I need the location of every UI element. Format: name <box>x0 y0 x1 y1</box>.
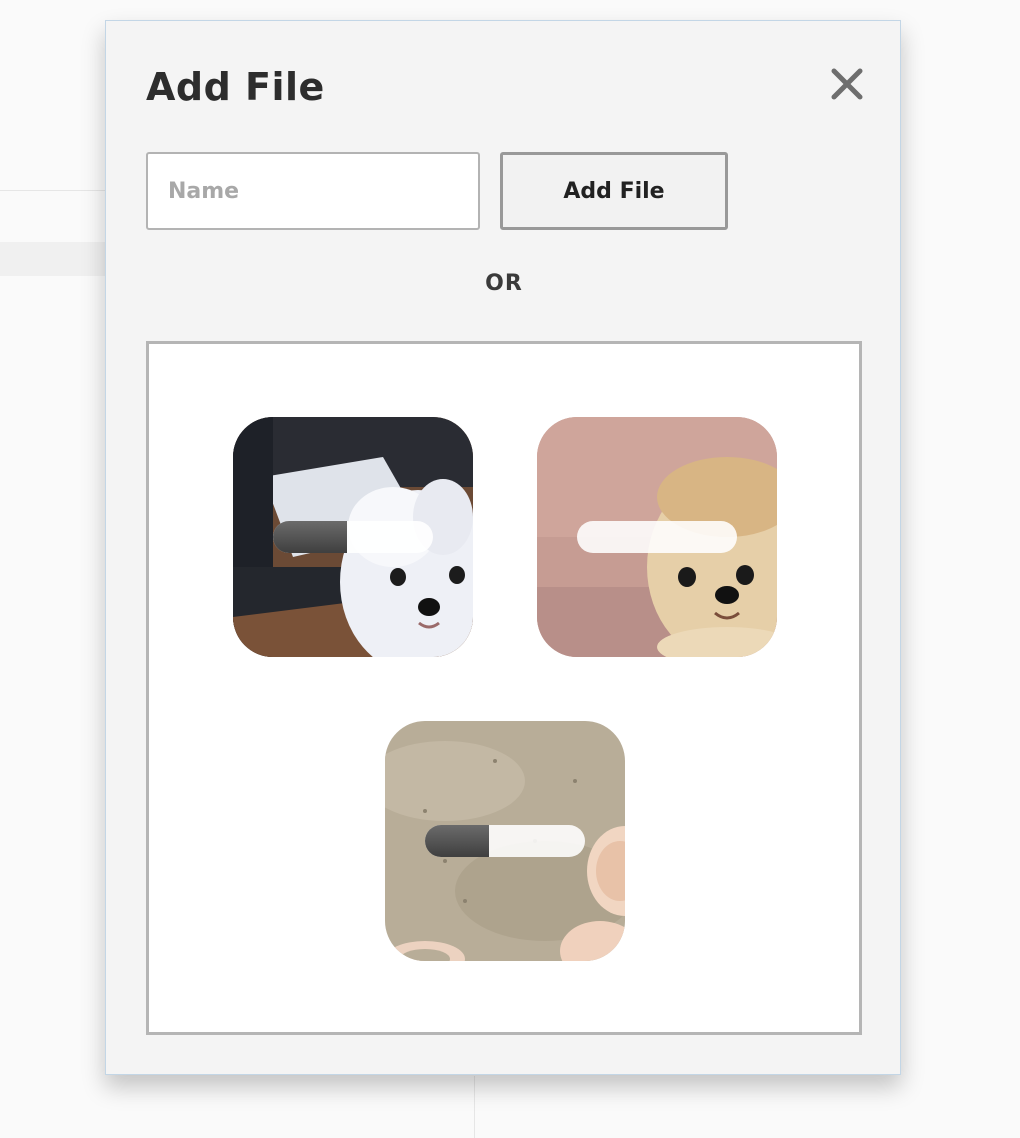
add-file-modal: Add File Add File OR <box>105 20 901 1075</box>
upload-thumbnail <box>385 721 625 961</box>
background-divider-vertical <box>474 1076 475 1138</box>
add-file-button[interactable]: Add File <box>500 152 728 230</box>
upload-progress-bar <box>577 521 737 553</box>
upload-thumbnail <box>233 417 473 657</box>
modal-title: Add File <box>146 65 325 109</box>
name-input[interactable] <box>146 152 480 230</box>
upload-progress-bar <box>273 521 433 553</box>
upload-progress-fill <box>425 825 489 857</box>
close-button[interactable] <box>828 65 866 103</box>
or-separator: OR <box>485 271 523 296</box>
upload-thumbnail <box>537 417 777 657</box>
file-dropzone[interactable] <box>146 341 862 1035</box>
close-icon <box>831 68 863 100</box>
upload-progress-fill <box>273 521 347 553</box>
upload-progress-bar <box>425 825 585 857</box>
